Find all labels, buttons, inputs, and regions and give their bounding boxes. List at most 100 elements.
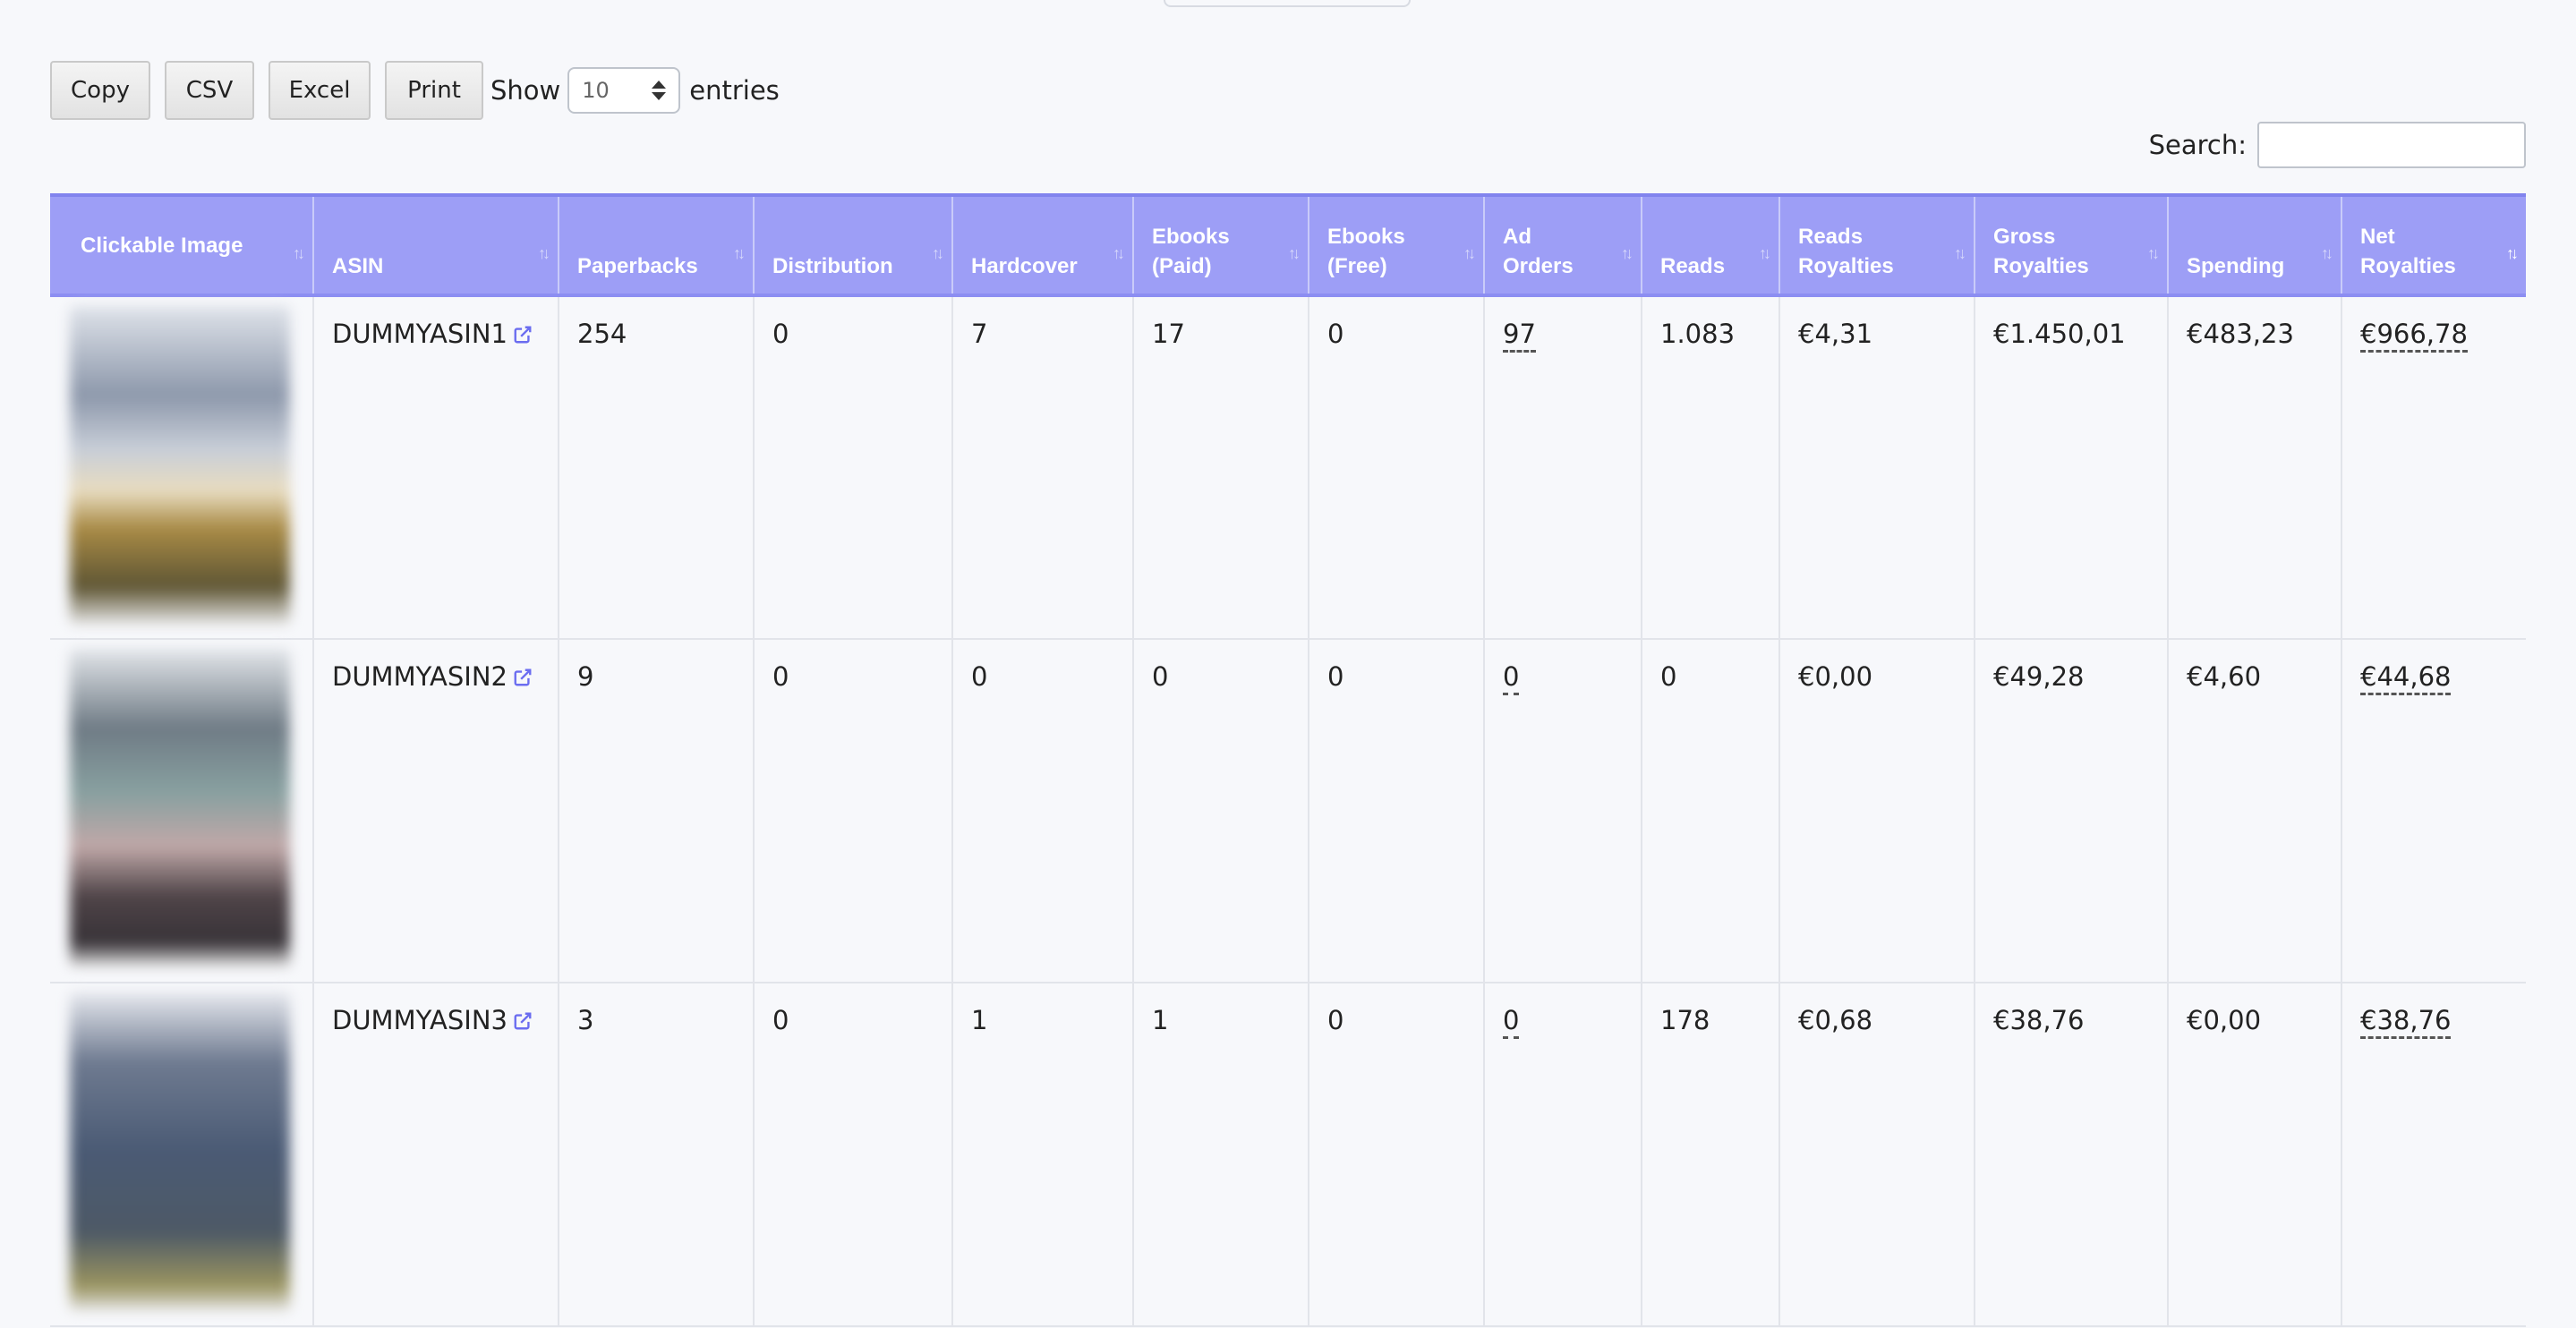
table-row: DUMMYASIN1 254 0 7 17 0 97 1.083 €4,31 €1.450,01 €… <box>50 295 2526 640</box>
asin-cell: DUMMYASIN1 <box>312 295 559 640</box>
paperbacks-value: 3 <box>577 1005 594 1035</box>
column-header-spending[interactable]: Spending ↑↓ <box>2167 193 2341 297</box>
column-header-asin[interactable]: ASIN ↑↓ <box>312 193 559 297</box>
sort-icon[interactable]: ↑↓ <box>733 239 746 268</box>
table-header-row: Clickable Image ↑↓ ASIN ↑↓ Paperbacks ↑↓ Distr… <box>50 193 2526 297</box>
reads-value: 1.083 <box>1660 319 1736 349</box>
column-header-ad-orders[interactable]: Ad Orders ↑↓ <box>1483 193 1642 297</box>
sort-icon[interactable]: ↑↓ <box>293 239 305 268</box>
column-header-distribution[interactable]: Distribution ↑↓ <box>753 193 952 297</box>
top-dropdown-stub[interactable] <box>1164 0 1411 7</box>
column-header-ebooks-free[interactable]: Ebooks (Free) ↑↓ <box>1308 193 1484 297</box>
column-header-ebooks-paid[interactable]: Ebooks (Paid) ↑↓ <box>1132 193 1309 297</box>
royalties-table: Clickable Image ↑↓ ASIN ↑↓ Paperbacks ↑↓ Distr… <box>50 193 2526 1327</box>
hardcover-value: 0 <box>971 661 988 692</box>
ad-orders-cell: 0 <box>1483 983 1642 1327</box>
sort-icon[interactable]: ↑↓ <box>1621 239 1633 268</box>
column-header-label: (Paid) <box>1152 254 1212 278</box>
sort-icon[interactable]: ↑↓ <box>2321 239 2333 268</box>
distribution-value: 0 <box>772 1005 789 1035</box>
external-link-icon[interactable] <box>513 325 533 345</box>
table-row: DUMMYASIN2 9 0 0 0 0 0 0 €0,00 €49,28 €4,60 €44,68 <box>50 639 2526 983</box>
sort-icon[interactable]: ↑↓ <box>1954 239 1966 268</box>
ad-orders-value[interactable]: 0 <box>1503 1005 1520 1039</box>
book-cover-thumbnail[interactable] <box>70 306 290 625</box>
column-header-label: ASIN <box>332 254 384 278</box>
column-header-label: Gross <box>1993 225 2056 249</box>
paperbacks-value: 9 <box>577 661 594 692</box>
distribution-cell: 0 <box>753 639 952 983</box>
sort-icon[interactable]: ↑↓ <box>1463 239 1476 268</box>
column-header-label: Royalties <box>1993 254 2089 278</box>
column-header-net-royalties[interactable]: Net Royalties ↑↓ <box>2341 193 2526 297</box>
column-header-label: Distribution <box>772 254 893 278</box>
hardcover-cell: 7 <box>951 295 1133 640</box>
search-label: Search: <box>2148 130 2247 160</box>
column-header-label: Reads <box>1660 254 1726 278</box>
entries-label: entries <box>689 75 780 106</box>
column-header-label: Royalties <box>2360 254 2456 278</box>
reads-value: 0 <box>1660 661 1677 692</box>
paperbacks-value: 254 <box>577 319 627 349</box>
external-link-icon[interactable] <box>513 668 533 687</box>
reads-royalties-value: €4,31 <box>1798 319 1873 349</box>
distribution-value: 0 <box>772 319 789 349</box>
search-box: Search: <box>2149 122 2526 168</box>
hardcover-cell: 0 <box>951 639 1133 983</box>
search-input[interactable] <box>2257 122 2526 168</box>
sort-icon[interactable]: ↑↓ <box>932 239 944 268</box>
sort-icon[interactable]: ↑↓ <box>1759 239 1771 268</box>
copy-button[interactable]: Copy <box>50 61 150 120</box>
column-header-hardcover[interactable]: Hardcover ↑↓ <box>951 193 1133 297</box>
csv-button[interactable]: CSV <box>165 61 254 120</box>
reads-cell: 178 <box>1641 983 1779 1327</box>
reads-cell: 0 <box>1641 639 1779 983</box>
entries-per-page-select[interactable]: 10 <box>567 67 681 114</box>
spending-value: €0,00 <box>2187 1005 2262 1035</box>
book-cover-thumbnail[interactable] <box>70 992 290 1311</box>
net-royalties-value[interactable]: €966,78 <box>2360 319 2468 353</box>
sort-icon[interactable]: ↑↓ <box>1113 239 1125 268</box>
distribution-value: 0 <box>772 661 789 692</box>
excel-button[interactable]: Excel <box>269 61 371 120</box>
net-royalties-cell: €38,76 <box>2341 983 2526 1327</box>
sort-icon[interactable]: ↑↓ <box>2147 239 2160 268</box>
column-header-label: Orders <box>1503 254 1574 278</box>
ad-orders-value[interactable]: 0 <box>1503 661 1520 695</box>
table-row: DUMMYASIN3 3 0 1 1 0 0 178 €0,68 €38,76 €0,00 €38,7… <box>50 983 2526 1327</box>
sort-icon[interactable]: ↑↓ <box>2506 239 2519 268</box>
spending-cell: €4,60 <box>2167 639 2341 983</box>
column-header-reads[interactable]: Reads ↑↓ <box>1641 193 1779 297</box>
column-header-gross-royalties[interactable]: Gross Royalties ↑↓ <box>1974 193 2168 297</box>
sort-icon[interactable]: ↑↓ <box>1288 239 1301 268</box>
book-cover-thumbnail[interactable] <box>70 649 290 967</box>
column-header-label: Ad <box>1503 225 1531 249</box>
external-link-icon[interactable] <box>513 1011 533 1031</box>
column-header-paperbacks[interactable]: Paperbacks ↑↓ <box>558 193 754 297</box>
reads-cell: 1.083 <box>1641 295 1779 640</box>
ad-orders-cell: 0 <box>1483 639 1642 983</box>
ad-orders-value[interactable]: 97 <box>1503 319 1536 353</box>
column-header-label: Reads <box>1798 225 1864 249</box>
ebooks-free-cell: 0 <box>1308 295 1484 640</box>
net-royalties-value[interactable]: €44,68 <box>2360 661 2452 695</box>
print-button[interactable]: Print <box>385 61 483 120</box>
ebooks-paid-cell: 1 <box>1132 983 1309 1327</box>
spending-cell: €483,23 <box>2167 295 2341 640</box>
sort-icon[interactable]: ↑↓ <box>538 239 550 268</box>
column-header-clickable-image[interactable]: Clickable Image ↑↓ <box>50 193 313 297</box>
column-header-label: (Free) <box>1327 254 1387 278</box>
asin-cell: DUMMYASIN3 <box>312 983 559 1327</box>
gross-royalties-value: €38,76 <box>1993 1005 2085 1035</box>
ebooks-paid-value: 1 <box>1152 1005 1169 1035</box>
column-header-reads-royalties[interactable]: Reads Royalties ↑↓ <box>1778 193 1975 297</box>
reads-royalties-cell: €4,31 <box>1778 295 1975 640</box>
ebooks-paid-value: 0 <box>1152 661 1169 692</box>
column-header-label: Paperbacks <box>577 254 698 278</box>
reads-royalties-cell: €0,00 <box>1778 639 1975 983</box>
ebooks-free-value: 0 <box>1327 1005 1344 1035</box>
column-header-label: Net <box>2360 225 2395 249</box>
paperbacks-cell: 3 <box>558 983 754 1327</box>
spending-value: €483,23 <box>2187 319 2294 349</box>
net-royalties-value[interactable]: €38,76 <box>2360 1005 2452 1039</box>
